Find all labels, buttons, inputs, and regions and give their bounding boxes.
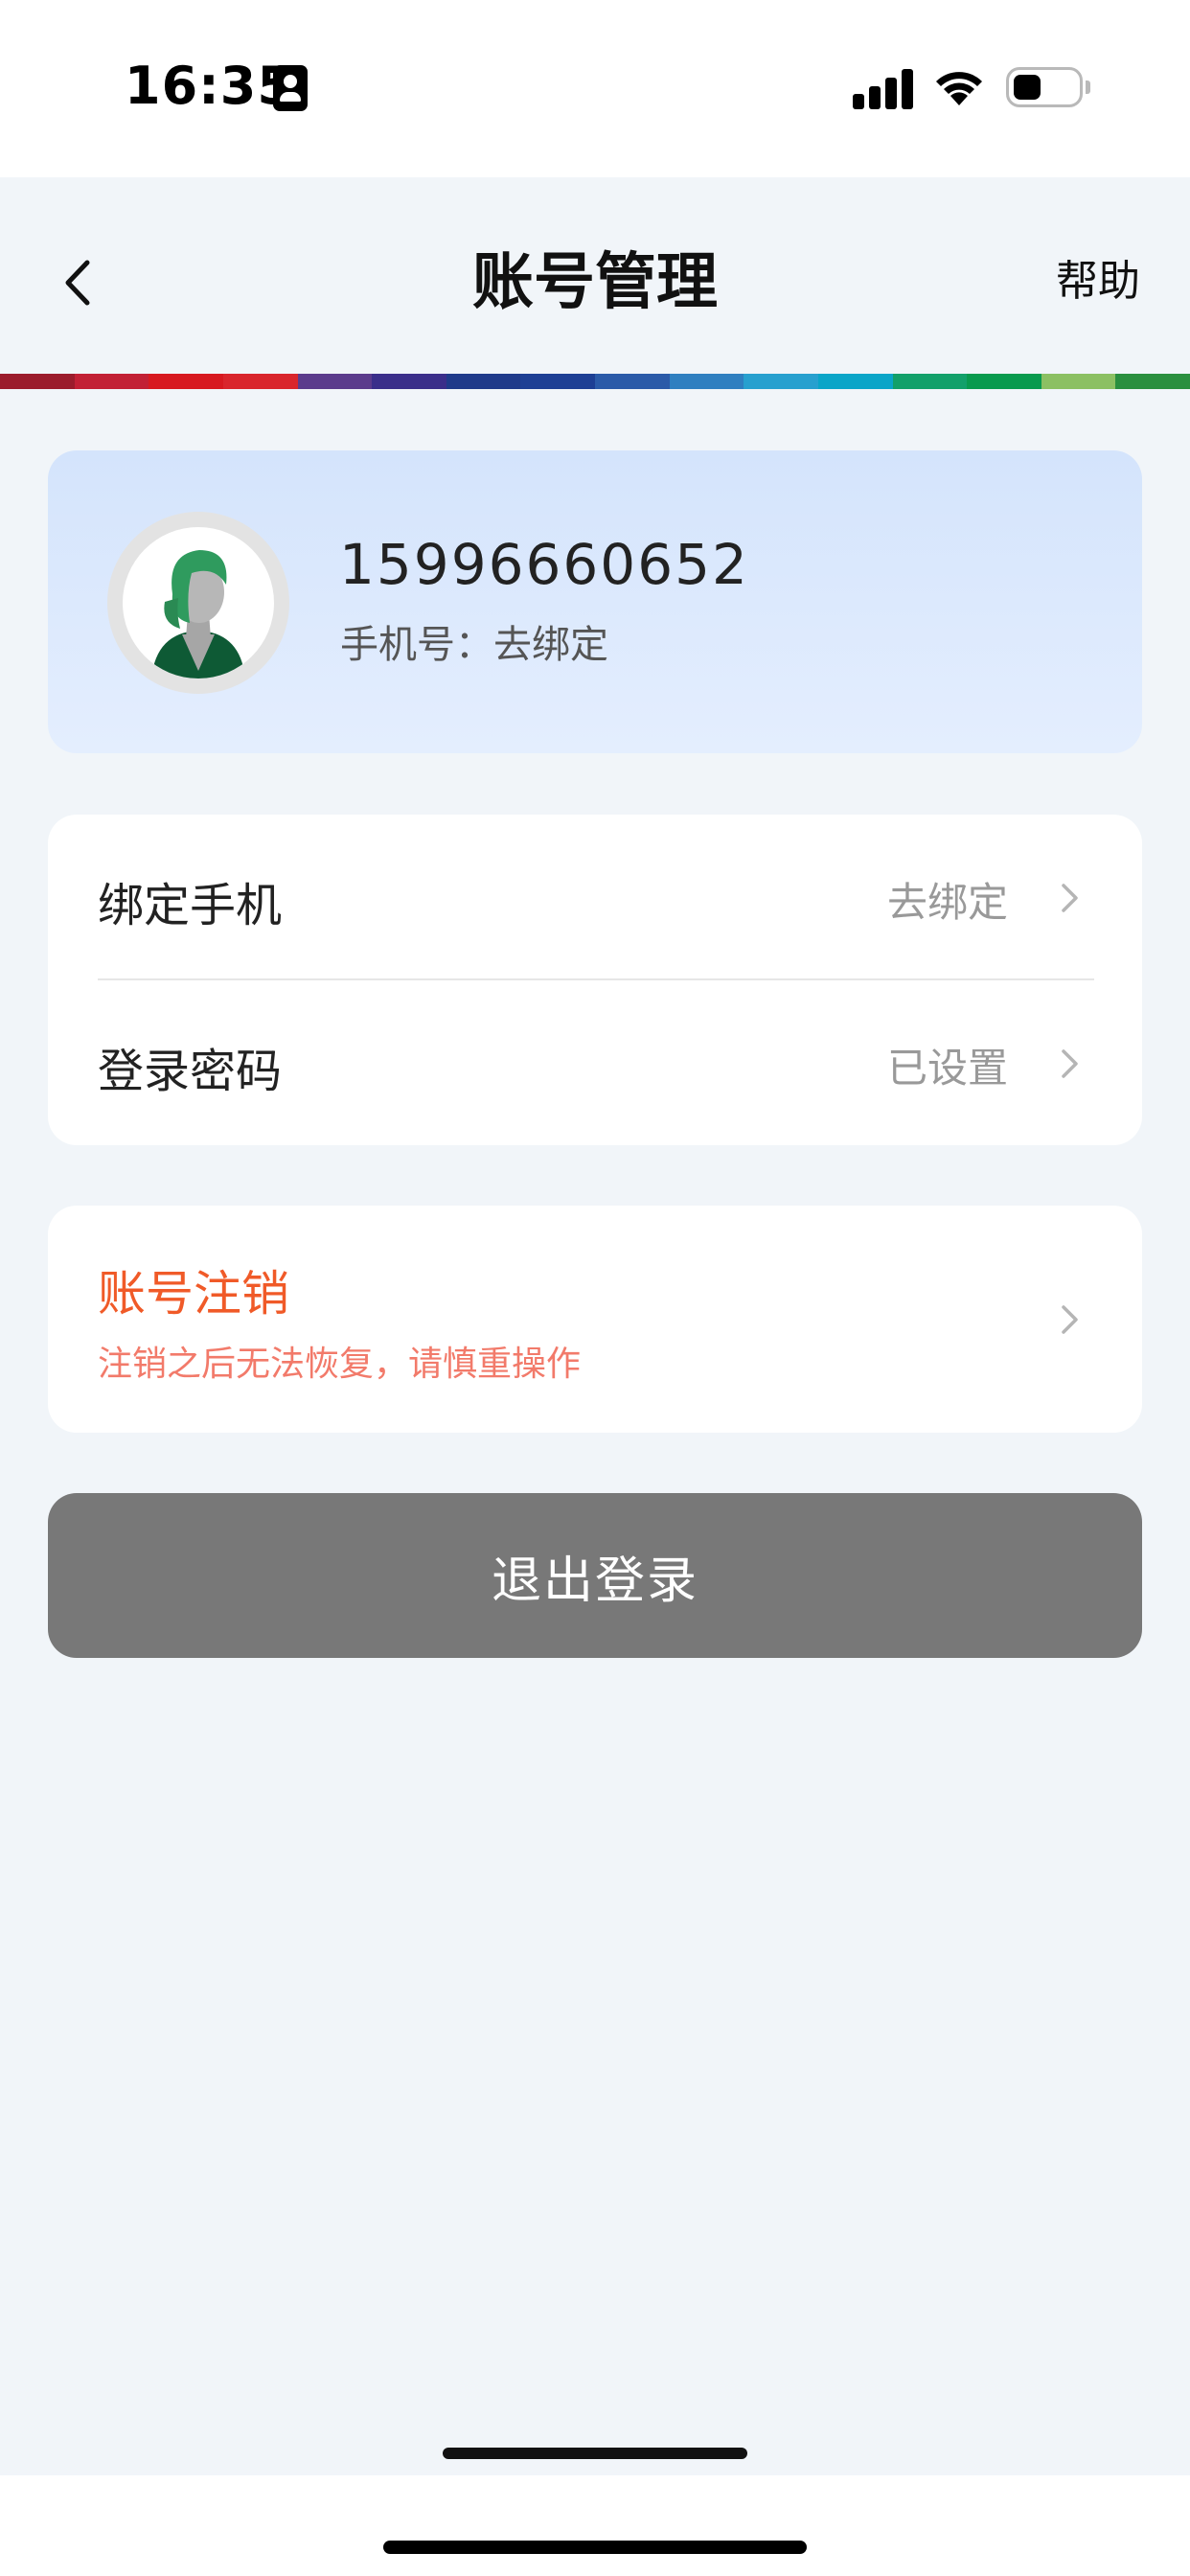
row-value: 去绑定 [886, 879, 1008, 926]
avatar[interactable] [107, 512, 289, 694]
stripe-segment [669, 374, 744, 389]
status-bar: 16:35 [0, 0, 1190, 177]
stripe-segment [446, 374, 521, 389]
chevron-right-icon [1062, 884, 1078, 912]
login-password-row[interactable]: 登录密码 已设置 [48, 980, 1142, 1145]
navigation-bar: 账号管理 帮助 [0, 177, 1190, 374]
cellular-signal-icon [853, 67, 914, 109]
stripe-segment [967, 374, 1041, 389]
settings-card: 绑定手机 去绑定 登录密码 已设置 [48, 815, 1142, 1145]
home-indicator[interactable] [443, 2448, 747, 2459]
stripe-segment [372, 374, 446, 389]
stripe-segment [1041, 374, 1116, 389]
battery-icon [1006, 67, 1083, 107]
row-value: 已设置 [886, 1045, 1008, 1092]
stripe-segment [297, 374, 373, 389]
battery-tip [1086, 80, 1090, 94]
chevron-right-icon [1062, 1049, 1078, 1078]
stripe-segment [744, 374, 818, 389]
stripe-segment [1115, 374, 1190, 389]
battery-level [1014, 75, 1041, 100]
stripe-segment [74, 374, 149, 389]
stripe-segment [595, 374, 670, 389]
avatar-icon [151, 550, 245, 678]
stripe-segment [892, 374, 968, 389]
chevron-right-icon [1062, 1305, 1078, 1334]
stripe-segment [817, 374, 893, 389]
page-title: 账号管理 [472, 247, 718, 318]
wifi-icon [936, 72, 982, 105]
cancellation-warning: 注销之后无法恢复，请慎重操作 [98, 1345, 582, 1384]
bottom-bar [0, 2475, 1190, 2576]
logout-button[interactable]: 退出登录 [48, 1493, 1142, 1658]
stripe-segment [520, 374, 595, 389]
cancellation-title: 账号注销 [98, 1266, 289, 1322]
system-home-indicator[interactable] [383, 2541, 807, 2554]
help-button[interactable]: 帮助 [1056, 246, 1140, 308]
row-label: 绑定手机 [98, 879, 283, 932]
row-label: 登录密码 [98, 1045, 283, 1098]
phone-binding-status: 手机号：去绑定 [340, 623, 608, 667]
status-time: 16:35 [125, 56, 294, 116]
stripe-segment [0, 374, 75, 389]
bind-phone-row[interactable]: 绑定手机 去绑定 [48, 815, 1142, 980]
stripe-segment [149, 374, 223, 389]
stripe-segment [222, 374, 298, 389]
profile-card: 15996660652 手机号：去绑定 [48, 450, 1142, 753]
account-phone-number: 15996660652 [339, 532, 749, 597]
brand-color-stripe [0, 374, 1190, 389]
id-card-icon [273, 65, 308, 111]
account-cancellation-row[interactable]: 账号注销 注销之后无法恢复，请慎重操作 [48, 1206, 1142, 1433]
